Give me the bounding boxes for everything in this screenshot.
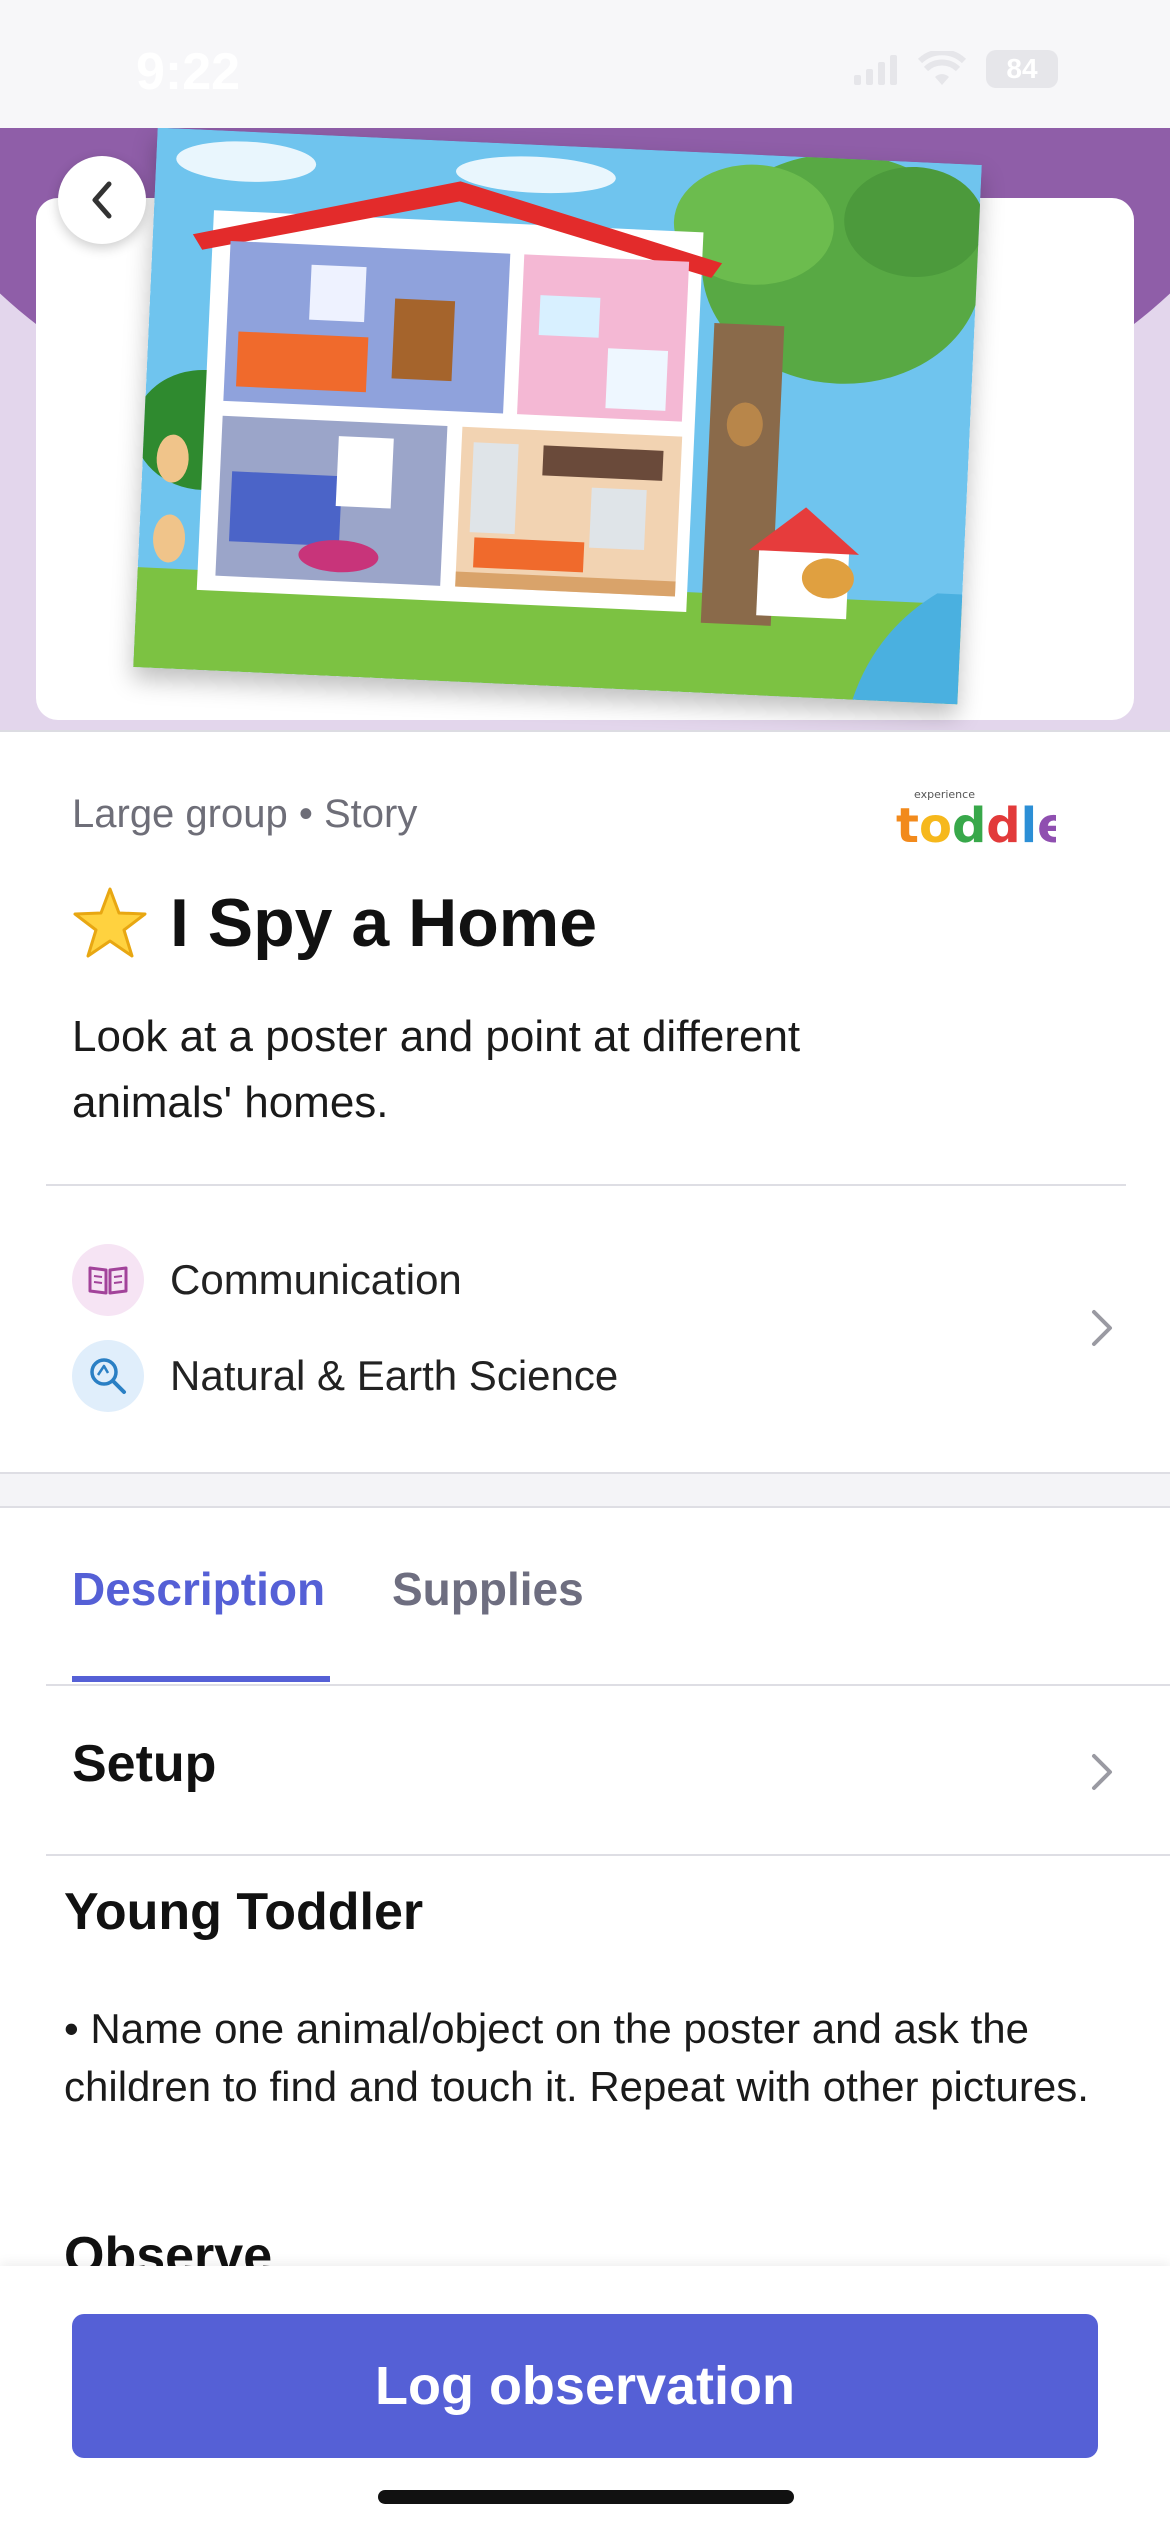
activity-meta: Large group • Story	[72, 792, 418, 836]
instruction-text: • Name one animal/object on the poster a…	[64, 2005, 1089, 2110]
chevron-right-icon[interactable]	[1088, 1750, 1116, 1794]
activity-title: I Spy a Home	[170, 885, 598, 961]
magnifier-icon	[72, 1340, 144, 1412]
log-observation-button[interactable]: Log observation	[72, 2314, 1098, 2458]
tab-description[interactable]: Description	[72, 1562, 325, 1616]
section-separator	[0, 1472, 1170, 1508]
domain-communication[interactable]: Communication	[72, 1244, 462, 1316]
divider	[46, 1184, 1126, 1186]
chevron-left-icon	[92, 181, 112, 219]
domain-natural-earth-science[interactable]: Natural & Earth Science	[72, 1340, 618, 1412]
hero-divider	[0, 730, 1170, 732]
tab-supplies[interactable]: Supplies	[392, 1562, 584, 1616]
status-icons: 84	[854, 50, 1058, 88]
status-time: 9:22	[136, 43, 241, 101]
activity-summary: Look at a poster and point at different …	[72, 1012, 801, 1127]
setup-row[interactable]: Setup	[72, 1734, 216, 1794]
chevron-right-icon[interactable]	[1088, 1306, 1116, 1350]
tabs-baseline	[46, 1684, 1170, 1686]
status-bar: 9:22 84	[0, 0, 1170, 128]
back-button[interactable]	[58, 156, 146, 244]
experience-toddler-logo: experience toddleR	[896, 788, 1056, 854]
home-indicator	[378, 2490, 794, 2504]
age-group-heading: Young Toddler	[64, 1883, 424, 1941]
book-icon	[72, 1244, 144, 1316]
divider	[46, 1854, 1170, 1856]
wifi-icon	[918, 51, 966, 85]
battery-indicator: 84	[986, 50, 1058, 88]
signal-icon	[854, 55, 897, 85]
hero-banner	[0, 128, 1170, 730]
domain-label: Natural & Earth Science	[170, 1352, 619, 1399]
active-tab-indicator	[72, 1676, 330, 1682]
star-icon	[73, 887, 147, 958]
battery-level: 84	[1006, 53, 1038, 84]
activity-poster-image	[133, 128, 982, 705]
domain-label: Communication	[170, 1256, 462, 1303]
svg-text:toddleR: toddleR	[896, 798, 1056, 854]
activity-title-row: I Spy a Home	[72, 884, 597, 962]
